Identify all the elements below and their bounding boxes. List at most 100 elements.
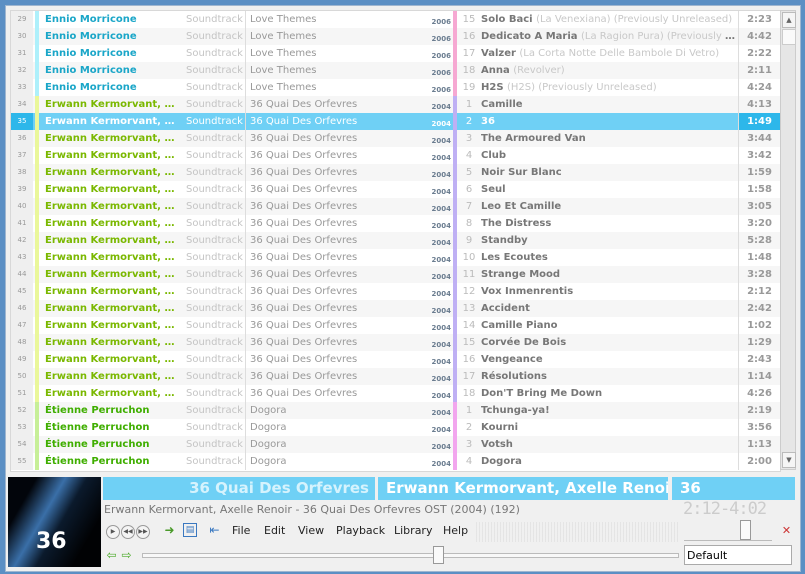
menu-playback[interactable]: Playback — [336, 524, 385, 537]
row-number: 43 — [11, 249, 33, 266]
playlist-row[interactable]: 51 Erwann Kermorvant, Axelle... Soundtra… — [11, 385, 780, 402]
row-number: 47 — [11, 317, 33, 334]
volume-handle[interactable] — [739, 520, 751, 540]
title-extra: (Revolver) — [513, 65, 565, 76]
playlist-row[interactable]: 44 Erwann Kermorvant, Axelle... Soundtra… — [11, 266, 780, 283]
forward-arrow-icon[interactable]: ⇨ — [119, 548, 134, 563]
column-divider — [245, 436, 246, 453]
playlist-row[interactable]: 54 Étienne Perruchon Soundtrack Dogora 2… — [11, 436, 780, 453]
menu-help[interactable]: Help — [443, 524, 468, 537]
menu-file[interactable]: File — [232, 524, 250, 537]
playlist-row[interactable]: 40 Erwann Kermorvant, Axelle... Soundtra… — [11, 198, 780, 215]
playlist-row[interactable]: 36 Erwann Kermorvant, Axelle... Soundtra… — [11, 130, 780, 147]
playlist-row[interactable]: 33 Ennio Morricone Soundtrack Love Theme… — [11, 79, 780, 96]
seek-handle[interactable] — [433, 546, 445, 564]
volume-slider[interactable] — [684, 520, 772, 541]
artist-color-bar — [35, 453, 39, 470]
back-arrow-icon[interactable]: ⇦ — [104, 548, 119, 563]
playlist-row[interactable]: 55 Étienne Perruchon Soundtrack Dogora 2… — [11, 453, 780, 470]
playlist-row[interactable]: 39 Erwann Kermorvant, Axelle... Soundtra… — [11, 181, 780, 198]
playlist[interactable]: 29 Ennio Morricone Soundtrack Love Theme… — [10, 10, 781, 472]
artist-color-bar — [35, 45, 39, 62]
title-cell: Vox Inmenrentis — [481, 283, 736, 300]
menu-view[interactable]: View — [298, 524, 324, 537]
artist-color-bar — [35, 436, 39, 453]
track-number-cell: 4 — [465, 456, 473, 467]
mute-icon[interactable]: ✕ — [779, 523, 794, 538]
seek-bar[interactable] — [142, 546, 679, 564]
album-cell: 36 Quai Des Orfevres — [250, 235, 358, 246]
playlist-row[interactable]: 47 Erwann Kermorvant, Axelle... Soundtra… — [11, 317, 780, 334]
title-text: Vox Inmenrentis — [481, 286, 574, 297]
play-button[interactable]: ▶ — [106, 525, 120, 539]
previous-button[interactable]: ◀◀ — [121, 525, 135, 539]
scroll-thumb[interactable] — [782, 29, 796, 45]
dsp-preset-select[interactable]: Default — [684, 545, 792, 565]
playlist-row[interactable]: 31 Ennio Morricone Soundtrack Love Theme… — [11, 45, 780, 62]
artist-color-bar — [35, 300, 39, 317]
album-art: 36 — [8, 477, 101, 567]
artist-cell: Erwann Kermorvant, Axelle... — [45, 99, 181, 110]
duration-cell: 4:13 — [747, 99, 772, 110]
playlist-row[interactable]: 42 Erwann Kermorvant, Axelle... Soundtra… — [11, 232, 780, 249]
genre-cell: Soundtrack — [186, 116, 243, 127]
playlist-row[interactable]: 53 Étienne Perruchon Soundtrack Dogora 2… — [11, 419, 780, 436]
genre-cell: Soundtrack — [186, 439, 243, 450]
title-text: Kourni — [481, 422, 519, 433]
open-file-icon[interactable]: ➜ — [162, 523, 177, 538]
row-number: 36 — [11, 130, 33, 147]
genre-cell: Soundtrack — [186, 286, 243, 297]
title-cell: Valzer (La Corta Notte Delle Bambole Di … — [481, 45, 736, 62]
album-cell: 36 Quai Des Orfevres — [250, 371, 358, 382]
row-number: 40 — [11, 198, 33, 215]
genre-cell: Soundtrack — [186, 201, 243, 212]
playlist-row[interactable]: 43 Erwann Kermorvant, Axelle... Soundtra… — [11, 249, 780, 266]
menu-library[interactable]: Library — [394, 524, 432, 537]
playlist-row[interactable]: 49 Erwann Kermorvant, Axelle... Soundtra… — [11, 351, 780, 368]
title-text: The Armoured Van — [481, 133, 586, 144]
artist-color-bar — [35, 249, 39, 266]
playlist-row[interactable]: 34 Erwann Kermorvant, Axelle... Soundtra… — [11, 96, 780, 113]
menu-edit[interactable]: Edit — [264, 524, 285, 537]
playlist-row[interactable]: 50 Erwann Kermorvant, Axelle... Soundtra… — [11, 368, 780, 385]
playlist-row[interactable]: 52 Étienne Perruchon Soundtrack Dogora 2… — [11, 402, 780, 419]
title-text: Leo Et Camille — [481, 201, 562, 212]
row-number: 29 — [11, 11, 33, 28]
duration-cell: 2:00 — [747, 456, 772, 467]
library-icon[interactable]: ⇤ — [207, 523, 222, 538]
title-text: Club — [481, 150, 507, 161]
album-color-bar — [453, 215, 457, 232]
artist-cell: Ennio Morricone — [45, 48, 137, 59]
album-cell: 36 Quai Des Orfevres — [250, 133, 358, 144]
duration-cell: 2:23 — [747, 14, 772, 25]
playlist-row[interactable]: 38 Erwann Kermorvant, Axelle... Soundtra… — [11, 164, 780, 181]
playlist-scrollbar[interactable]: ▲ ▼ — [780, 10, 796, 470]
next-button[interactable]: ▶▶ — [136, 525, 150, 539]
playlist-row[interactable]: 35 Erwann Kermorvant, Axelle... Soundtra… — [11, 113, 780, 130]
genre-cell: Soundtrack — [186, 422, 243, 433]
title-cell: Votsh — [481, 436, 736, 453]
playlist-row[interactable]: 29 Ennio Morricone Soundtrack Love Theme… — [11, 11, 780, 28]
playlist-view-icon[interactable]: ▤ — [183, 523, 197, 537]
playlist-row[interactable]: 30 Ennio Morricone Soundtrack Love Theme… — [11, 28, 780, 45]
artist-cell: Erwann Kermorvant, Axelle... — [45, 303, 181, 314]
album-color-bar — [453, 317, 457, 334]
playlist-row[interactable]: 37 Erwann Kermorvant, Axelle... Soundtra… — [11, 147, 780, 164]
artist-color-bar — [35, 232, 39, 249]
playlist-row[interactable]: 41 Erwann Kermorvant, Axelle... Soundtra… — [11, 215, 780, 232]
scroll-up-button[interactable]: ▲ — [782, 12, 796, 28]
title-cell: Club — [481, 147, 736, 164]
playlist-row[interactable]: 46 Erwann Kermorvant, Axelle... Soundtra… — [11, 300, 780, 317]
genre-cell: Soundtrack — [186, 31, 243, 42]
album-color-bar — [453, 436, 457, 453]
playlist-row[interactable]: 48 Erwann Kermorvant, Axelle... Soundtra… — [11, 334, 780, 351]
playlist-row[interactable]: 45 Erwann Kermorvant, Axelle... Soundtra… — [11, 283, 780, 300]
genre-cell: Soundtrack — [186, 218, 243, 229]
title-cell: Les Ecoutes — [481, 249, 736, 266]
genre-cell: Soundtrack — [186, 337, 243, 348]
title-cell: Tchunga-ya! — [481, 402, 736, 419]
scroll-down-button[interactable]: ▼ — [782, 452, 796, 468]
playlist-row[interactable]: 32 Ennio Morricone Soundtrack Love Theme… — [11, 62, 780, 79]
artist-color-bar — [35, 79, 39, 96]
title-text: Résolutions — [481, 371, 548, 382]
